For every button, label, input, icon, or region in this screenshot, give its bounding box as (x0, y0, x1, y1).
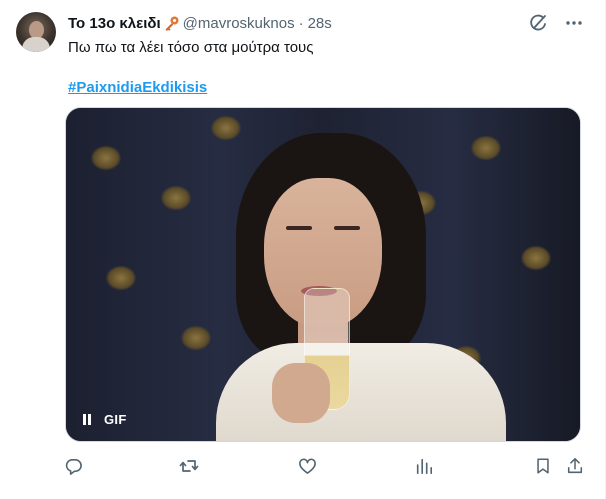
tweet-action-bar (0, 456, 606, 476)
avatar[interactable] (16, 12, 56, 52)
author-name[interactable]: Το 13ο κλειδι (68, 15, 161, 32)
gif-figure-eye (286, 226, 312, 230)
tweet-header: Το 13ο κλειδι @mavroskuknos · 28s (68, 13, 332, 33)
gif-figure-hand (272, 363, 330, 423)
reply-icon[interactable] (63, 456, 83, 476)
share-icon[interactable] (565, 456, 585, 476)
tweet-top-actions (527, 12, 585, 34)
views-icon[interactable] (414, 456, 434, 476)
tweet-card[interactable]: Το 13ο κλειδι @mavroskuknos · 28s Πω πω … (0, 0, 606, 499)
grok-icon[interactable] (527, 12, 549, 34)
retweet-icon[interactable] (179, 456, 199, 476)
gif-media[interactable]: GIF (65, 107, 581, 442)
like-icon[interactable] (297, 456, 317, 476)
key-icon (163, 15, 180, 32)
gif-figure-blouse (216, 343, 506, 441)
author-handle[interactable]: @mavroskuknos (183, 15, 295, 32)
more-icon[interactable] (563, 12, 585, 34)
avatar-body (22, 37, 50, 52)
tweet-text: Πω πω τα λέει τόσο στα μούτρα τους (68, 39, 314, 56)
gif-figure-eye (334, 226, 360, 230)
timestamp[interactable]: 28s (308, 15, 332, 32)
separator-dot: · (298, 14, 304, 32)
gif-controls: GIF (80, 412, 127, 427)
gif-label: GIF (104, 412, 127, 427)
bookmark-icon[interactable] (533, 456, 553, 476)
hashtag-link[interactable]: #PaixnidiaEkdikisis (68, 78, 207, 98)
pause-icon[interactable] (80, 413, 94, 427)
